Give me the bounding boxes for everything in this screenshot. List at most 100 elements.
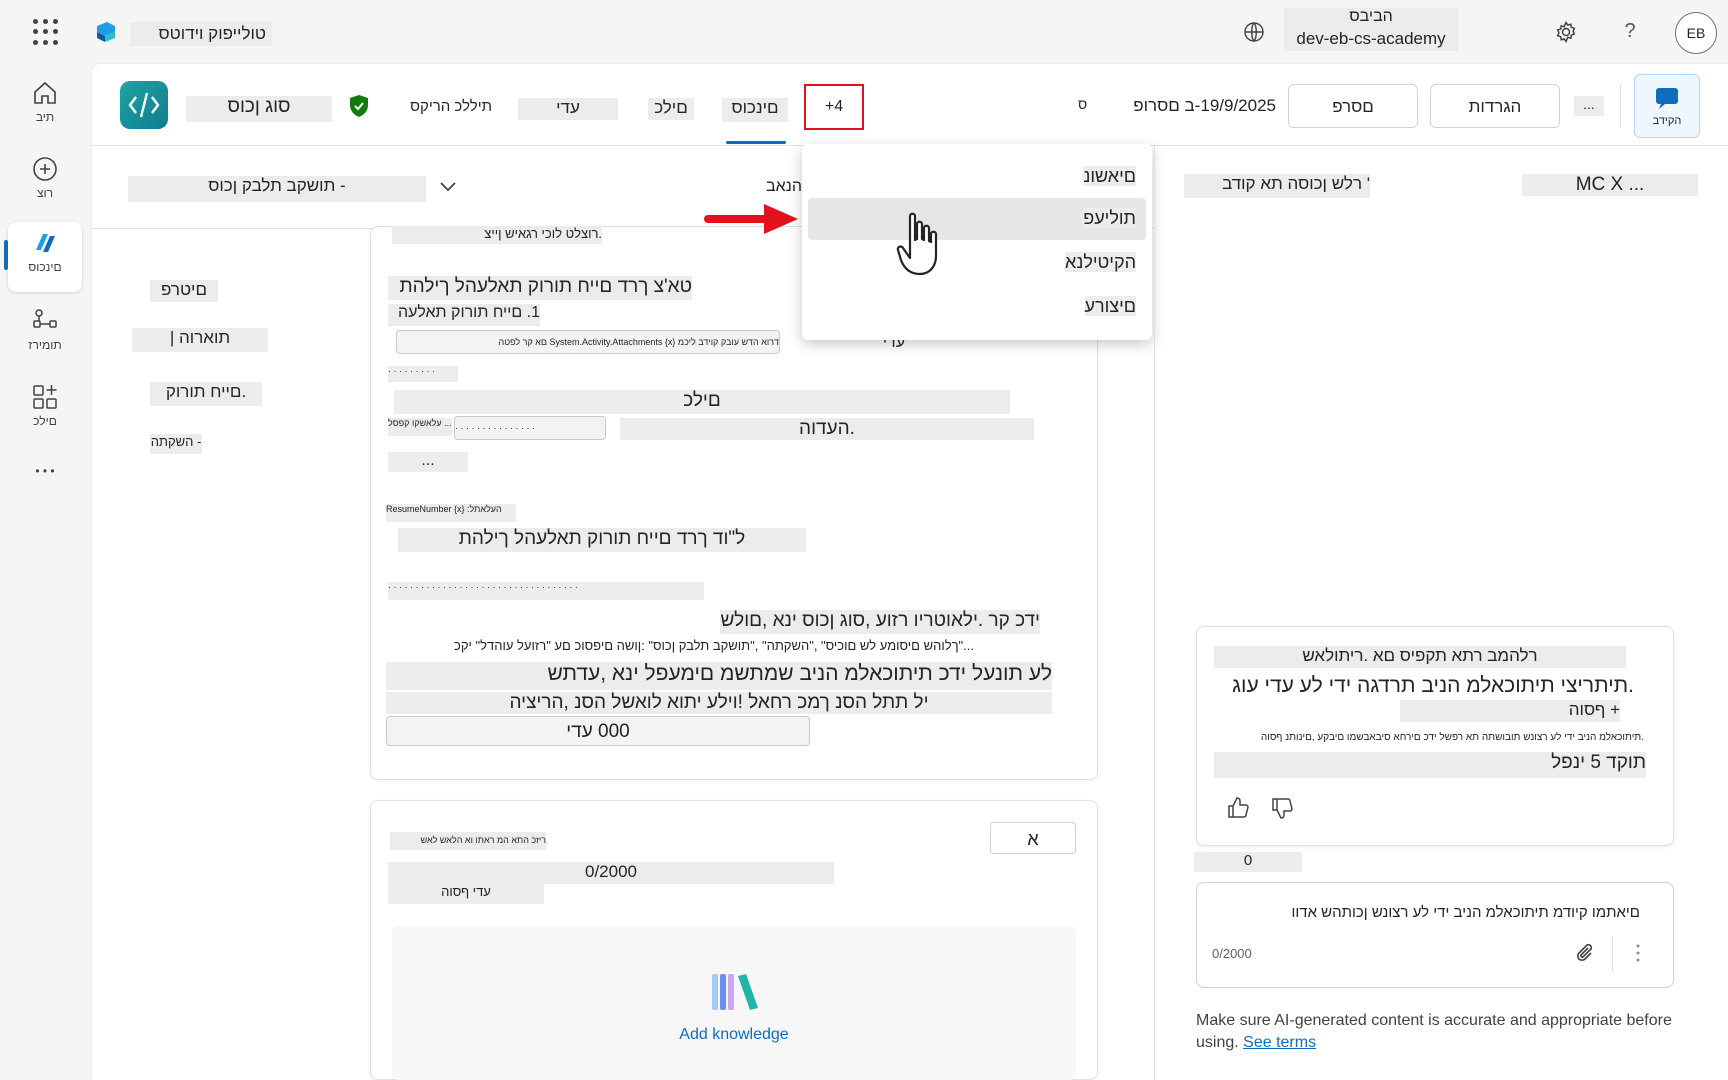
tab-more-button[interactable]: +4 <box>804 84 864 130</box>
agent-avatar <box>120 81 168 129</box>
chat-input-field[interactable]: םיאתמו קיודמ תיתוכאלמ הניב ידי לע רצונש … <box>1208 904 1640 922</box>
notice-label: .העדוה <box>620 418 1034 440</box>
rail-active-indicator <box>4 240 8 270</box>
thumbs-up-icon[interactable] <box>1226 796 1250 820</box>
environment-name[interactable]: dev-eb-cs-academy <box>1284 29 1458 51</box>
assist-line: לע תונעל ידכ תיתוכאלמ הניב שמתשמ םימעפל … <box>386 662 1052 690</box>
tools-label: םילכ <box>394 390 1010 414</box>
rail-label-flows: תומירז <box>28 338 62 352</box>
plus-circle-icon <box>33 157 57 181</box>
nav-topics[interactable]: - השקתה <box>150 434 202 454</box>
add-knowledge-link[interactable]: Add knowledge <box>662 1026 806 1048</box>
copilot-studio-logo <box>97 22 115 42</box>
response-count: 0 <box>1194 852 1302 872</box>
left-rail: תיב רוצ םינכוס תומירז םילכ • • • <box>0 64 92 1080</box>
instructions-step: 1. םייח תורוק תאלעה <box>388 304 540 326</box>
rail-more[interactable]: • • • <box>8 464 82 484</box>
rail-label-agents: םינכוס <box>28 260 62 274</box>
flow-icon <box>33 309 57 328</box>
copilot-icon <box>36 234 55 252</box>
tab-tools[interactable]: םילכ <box>648 98 694 120</box>
home-icon <box>34 81 56 104</box>
red-arrow-annotation <box>704 204 798 234</box>
nav-knowledge[interactable]: .םייח תורוק <box>150 382 262 406</box>
gear-icon[interactable] <box>1554 20 1578 44</box>
rail-label-home: תיב <box>35 110 55 124</box>
test-button[interactable]: הגרדות <box>1430 84 1560 128</box>
dropdown-item-topics[interactable]: םיאשונ <box>808 156 1146 198</box>
dropdown-item-analytics[interactable]: הקיטילנא <box>808 242 1146 284</box>
agent-selector[interactable]: - תושקב תלבק ןכוס <box>128 176 426 202</box>
attach-icon[interactable] <box>1574 942 1598 966</box>
response-line-4: .תיתוכאלמ הניב ידי לע רצונש תובושתה תא ר… <box>1260 732 1644 743</box>
chevron-down-icon[interactable] <box>438 180 458 194</box>
knowledge-counter: 0/2000 <box>388 862 834 884</box>
knowledge-badge[interactable]: א <box>990 822 1076 854</box>
instructions-intro: .רוצלט לוכי רגאיש ןייצ <box>392 226 602 244</box>
response-line-2: .תיתריצי תיתוכאלמ הניב תרדגה ידי לע עדי … <box>1232 674 1634 697</box>
save-status-icon: ס <box>1078 96 1088 112</box>
dropdown-item-topics-label: םיאשונ <box>1083 166 1136 186</box>
rail-item-home[interactable]: תיב <box>8 72 82 142</box>
instructions-heading: טא'צ ךרד םייח תורוק תאלעהל ךילהת <box>388 276 692 300</box>
test-agent-button[interactable]: הקידב <box>1634 74 1700 138</box>
apps-icon <box>33 385 57 409</box>
topics-line: ..."ךלוהש םיסומע לש םוכיס" ,"השקתה" ,"תו… <box>454 638 974 653</box>
rail-label-create: רוצ <box>36 186 54 200</box>
chat-icon <box>1656 88 1678 109</box>
shield-check-icon <box>350 95 368 117</box>
warn-line: יל תתל הסנ ךמכ רחאל !וילע יתוא לואשל הסנ… <box>386 692 1052 714</box>
published-date: 19/9/2025-ב םסרופ <box>1133 96 1276 115</box>
instructions-tiny-1: · · · · · · · · · <box>388 366 458 382</box>
chat-input-box[interactable] <box>1196 882 1674 988</box>
ellipsis[interactable]: ... <box>388 452 468 472</box>
ai-disclaimer: Make sure AI-generated content is accura… <box>1196 1010 1676 1056</box>
dropdown-item-channels[interactable]: םיצורע <box>808 286 1146 328</box>
nav-details[interactable]: םיטרפ <box>150 280 218 302</box>
instructions-tiny-4: · · · · · · · · · · · · · · · · · · · · … <box>388 582 704 600</box>
dropdown-item-activity[interactable]: תוליעפ <box>808 198 1146 240</box>
tool-chip[interactable]: · · · · · · · · · · · · · · · <box>454 416 606 440</box>
response-line-3: + ףסוה <box>1400 700 1620 722</box>
response-line-1: רלהמב רתא תקפיס םא .ריתולאש <box>1214 646 1626 668</box>
greeting-line: ידכ קר .ילאוטריו רזוע ,סוג ןכוס ינא ,םול… <box>720 610 1040 634</box>
instructions-tiny-2: עלאשקו קפסל ... <box>388 418 452 436</box>
dropdown-item-activity-label: תוליעפ <box>1083 208 1136 228</box>
rail-item-agents[interactable]: םינכוס <box>8 222 82 292</box>
dropdown-item-channels-label: םיצורע <box>1084 296 1136 316</box>
environment-icon[interactable] <box>1242 20 1266 44</box>
rail-item-tools[interactable]: םילכ <box>8 376 82 446</box>
input-separator <box>1612 936 1613 972</box>
active-tab-underline <box>726 141 786 144</box>
instructions-tiny-3: ResumeNumber {x} :העלאתל <box>386 504 516 522</box>
test-agent-label: הקידב <box>1652 115 1682 127</box>
app-title: טולייפוק וידוטס <box>130 22 272 46</box>
nav-instructions[interactable]: תוארוה | <box>132 328 268 352</box>
instructions-heading-2: ל"וד ךרד םייח תורוק תאלעהל ךילהת <box>398 528 806 552</box>
rail-item-flows[interactable]: תומירז <box>8 300 82 370</box>
thumbs-down-icon[interactable] <box>1270 796 1294 820</box>
environment-label: הביבס <box>1284 8 1458 30</box>
knowledge-hint: ריזכ התא המ ראתו וא הלאש לאש <box>390 832 546 850</box>
avatar[interactable]: EB <box>1675 12 1717 54</box>
see-terms-link[interactable]: See terms <box>1243 1034 1316 1051</box>
help-icon[interactable]: ? <box>1618 20 1642 44</box>
more-actions-button[interactable]: ... <box>1574 96 1604 116</box>
header-separator <box>1620 84 1621 128</box>
knowledge-count-field[interactable]: 000 עדי <box>386 716 810 746</box>
test-panel-divider <box>1154 146 1155 1080</box>
publish-button[interactable]: םסרפ <box>1288 84 1418 128</box>
tab-knowledge[interactable]: עדי <box>518 98 618 120</box>
knowledge-books-icon <box>712 974 758 1010</box>
rail-label-tools: םילכ <box>33 414 57 428</box>
more-tabs-dropdown: םיאשונ תוליעפ הקיטילנא םיצורע <box>802 144 1152 340</box>
rail-item-create[interactable]: רוצ <box>8 148 82 218</box>
tab-settings[interactable]: תיללכ הריקס <box>400 98 492 120</box>
expression-chip[interactable]: דרוא הדש עובק קוידב ליכמ {x} System.Acti… <box>396 330 780 354</box>
add-knowledge-section: עדי ףסוה <box>388 884 544 904</box>
app-launcher-icon[interactable] <box>33 19 59 45</box>
send-icon[interactable] <box>1630 940 1646 966</box>
test-panel-agent-name[interactable]: MC X ... <box>1522 174 1698 196</box>
tab-agents[interactable]: םינכוס <box>722 98 788 122</box>
hand-cursor-icon <box>896 212 938 276</box>
